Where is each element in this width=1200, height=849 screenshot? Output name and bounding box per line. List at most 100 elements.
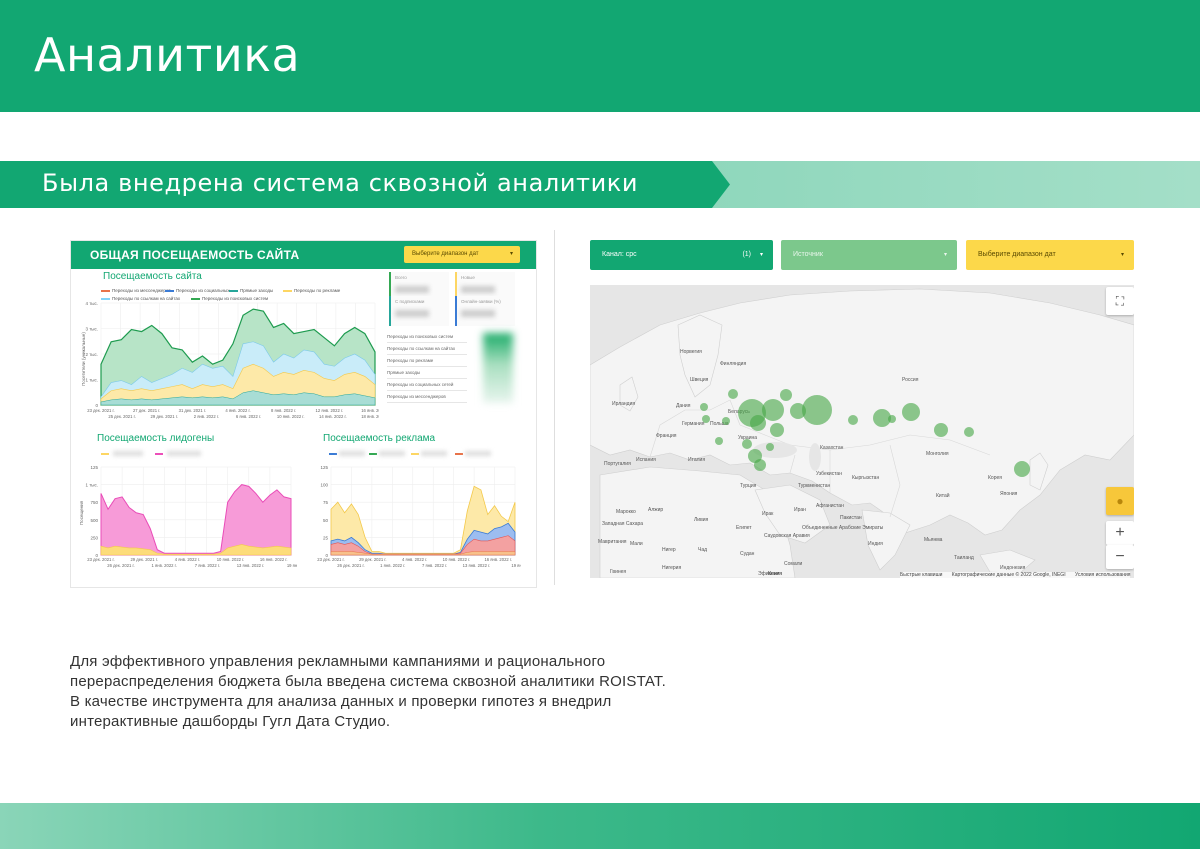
site-traffic-dashboard: ОБЩАЯ ПОСЕЩАЕМОСТЬ САЙТА Выберите диапаз… (70, 240, 537, 588)
x-tick-label: 26 дек. 2021 г. (337, 563, 364, 568)
legend-swatch (101, 453, 109, 455)
x-tick-label: 4 янв. 2022 г. (175, 557, 200, 562)
zoom-out-button[interactable]: − (1106, 545, 1134, 569)
date-range-select[interactable]: Выберите диапазон дат ▾ (966, 240, 1134, 270)
x-tick-label: 14 янв. 2022 г. (319, 414, 347, 419)
dropdown-arrow-icon: ▾ (943, 252, 947, 258)
map-label: Россия (902, 377, 919, 383)
map-bubble[interactable] (780, 389, 792, 401)
map-label: Индия (868, 541, 883, 547)
map-label: Япония (1000, 491, 1018, 497)
map-label: Таиланд (954, 555, 974, 561)
legend-item: Переходы из мессенджеров (101, 288, 171, 293)
column-divider (554, 230, 555, 585)
map-label: Туркменистан (798, 483, 831, 489)
y-tick-label: 250 (90, 535, 98, 540)
map-label: Мавритания (598, 539, 627, 545)
map-label: Финляндия (720, 361, 747, 367)
map-bubble[interactable] (848, 415, 858, 425)
map-data-attribution: Картографические данные © 2022 Google, I… (951, 572, 1066, 578)
leadgen-chart-title: Посещаемость лидогены (97, 433, 215, 444)
date-range-select-label: Выберите диапазон дат (978, 251, 1056, 258)
zoom-in-button[interactable]: + (1106, 521, 1134, 545)
map-bubble[interactable] (766, 443, 774, 451)
map-bubble[interactable] (964, 427, 974, 437)
map-landmass (590, 285, 1134, 578)
map-label: Мали (630, 541, 643, 547)
map-bubble[interactable] (1014, 461, 1030, 477)
date-range-button[interactable]: Выберите диапазон дат ▾ (404, 246, 520, 263)
legend-item: Переходы по рекламе (283, 288, 340, 293)
channel-select-count: (1) (742, 251, 751, 258)
map-bubble[interactable] (722, 417, 730, 425)
map-label: Дания (676, 403, 691, 409)
map-label: Нигер (662, 547, 676, 553)
map-bubble[interactable] (934, 423, 948, 437)
map-terms-link[interactable]: Условия использования (1075, 572, 1131, 578)
legend-label: Переходы из мессенджеров (112, 288, 171, 293)
x-tick-label: 10 янв. 2022 г. (443, 557, 471, 562)
x-tick-label: 7 янв. 2022 г. (422, 563, 447, 568)
street-view-pegman-icon[interactable]: ● (1106, 487, 1134, 515)
kpi-value-redacted (395, 310, 429, 317)
kpi-label: Новые (461, 275, 475, 280)
map-bubble[interactable] (715, 437, 723, 445)
x-tick-label: 18 янв. 2022 г. (361, 414, 379, 419)
legend-label: Переходы по рекламе (294, 288, 341, 293)
x-tick-label: 31 дек. 2021 г. (179, 408, 206, 413)
map-bubble[interactable] (700, 403, 708, 411)
x-tick-label: 1 янв. 2022 г. (380, 563, 405, 568)
geo-map[interactable]: Норвегия Финляндия Швеция Россия Дания Герман… (590, 285, 1134, 578)
y-tick-label: 4 тыс. (85, 301, 98, 306)
map-label: Турция (740, 483, 757, 489)
map-bubble[interactable] (728, 389, 738, 399)
map-bubble[interactable] (770, 423, 784, 437)
map-bubble[interactable] (742, 439, 752, 449)
fullscreen-button[interactable]: ⛶ (1106, 287, 1134, 315)
table-row: Переходы по рекламе (387, 355, 467, 367)
y-tick-label: 125 (90, 465, 98, 470)
map-bubble[interactable] (902, 403, 920, 421)
map-label: Пакистан (840, 515, 862, 521)
map-label: Португалия (604, 461, 631, 467)
kpi-label: Всего (395, 275, 407, 280)
map-shortcuts-link[interactable]: Быстрые клавиши (900, 572, 942, 578)
legend-swatch (411, 453, 419, 455)
kpi-tile-subscriptions: С подписками (389, 296, 449, 326)
map-label: Ирак (762, 511, 774, 517)
description-paragraph: В качестве инструмента для анализа данны… (70, 693, 612, 730)
x-tick-label: 16 янв. 2022 г. (484, 557, 512, 562)
legend-swatch (165, 289, 174, 292)
y-axis-label: Посетители (уникальные) (81, 332, 86, 386)
map-bubble[interactable] (750, 415, 766, 431)
channel-select[interactable]: Канал: cpc (1) ▾ (590, 240, 773, 270)
map-label: Мьянма (924, 537, 943, 543)
legend-item: Переходы из социальных... (165, 288, 233, 293)
map-label: Китай (936, 493, 950, 499)
map-bubble[interactable] (754, 459, 766, 471)
legend-label-redacted (379, 451, 405, 456)
traffic-chart: 4 тыс.3 тыс.2 тыс.1 тыс.0Посетители (уни… (81, 301, 379, 419)
map-label: Италия (688, 457, 706, 463)
map-bubble[interactable] (762, 399, 784, 421)
map-bubble[interactable] (888, 415, 896, 423)
y-tick-label: 2 тыс. (85, 352, 98, 357)
source-select[interactable]: Источник ▾ (781, 240, 957, 270)
x-tick-label: 13 янв. 2022 г. (237, 563, 265, 568)
legend-swatch (369, 453, 377, 455)
table-values-redacted (483, 333, 513, 403)
x-tick-label: 13 янв. 2022 г. (463, 563, 491, 568)
x-tick-label: 29 дек. 2021 г. (151, 414, 178, 419)
map-bubble[interactable] (702, 415, 710, 423)
y-tick-label: 750 (90, 500, 98, 505)
y-tick-label: 3 тыс. (85, 327, 98, 332)
map-label: Казахстан (820, 445, 844, 451)
dropdown-arrow-icon: ▾ (759, 252, 763, 258)
x-tick-label: 23 дек. 2021 г. (317, 557, 344, 562)
date-range-label: Выберите диапазон дат (412, 251, 479, 257)
table-row: Переходы из социальных сетей (387, 379, 467, 391)
dashboard-header: ОБЩАЯ ПОСЕЩАЕМОСТЬ САЙТА Выберите диапаз… (71, 241, 536, 269)
map-bubble[interactable] (802, 395, 832, 425)
map-label: Иран (794, 507, 806, 513)
traffic-chart-title: Посещаемость сайта (103, 271, 202, 282)
